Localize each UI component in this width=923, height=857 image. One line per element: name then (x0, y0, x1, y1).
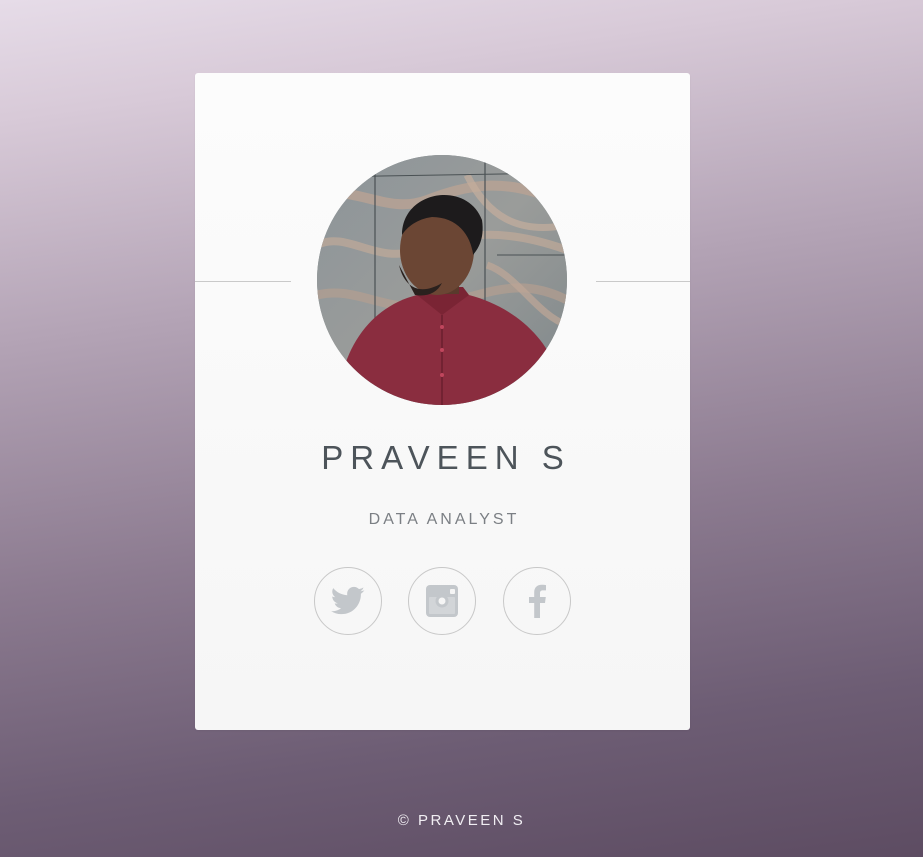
profile-role: DATA ANALYST (368, 511, 520, 528)
profile-photo (317, 155, 567, 405)
twitter-icon (331, 586, 365, 615)
profile-name: PRAVEEN S (321, 439, 571, 476)
facebook-button[interactable] (503, 567, 571, 635)
instagram-icon (426, 585, 458, 617)
divider-right (596, 280, 690, 282)
footer-copyright: © PRAVEEN S (397, 812, 526, 829)
profile-photo-illustration (317, 155, 567, 405)
facebook-icon (529, 584, 546, 618)
twitter-button[interactable] (314, 567, 382, 635)
profile-card: PRAVEEN S DATA ANALYST (195, 73, 690, 730)
instagram-button[interactable] (408, 567, 476, 635)
divider-left (195, 280, 291, 282)
